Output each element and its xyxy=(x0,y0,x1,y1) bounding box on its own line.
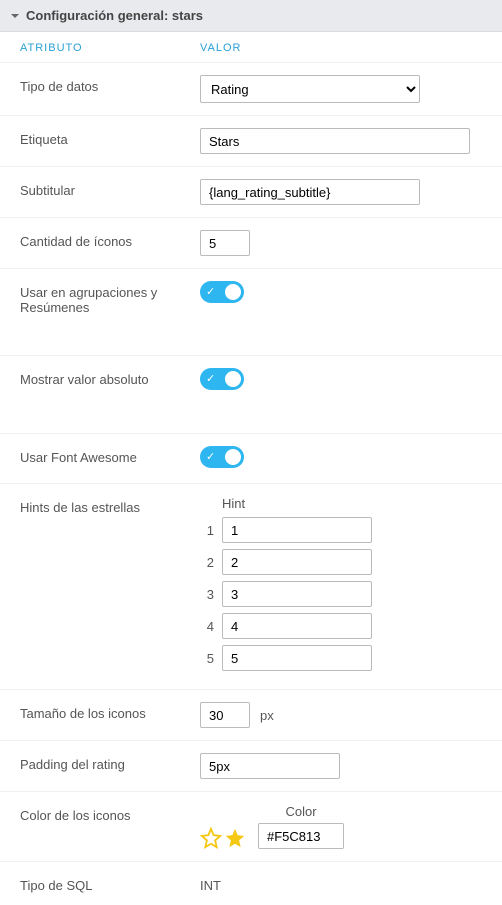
label-etiqueta: Etiqueta xyxy=(20,128,200,147)
label-data-type: Tipo de datos xyxy=(20,75,200,94)
row-etiqueta: Etiqueta xyxy=(0,115,502,166)
toggle-knob xyxy=(225,449,241,465)
value-sql-type: INT xyxy=(200,874,482,893)
select-data-type[interactable]: Rating xyxy=(200,75,420,103)
toggle-knob xyxy=(225,371,241,387)
input-hint-5[interactable] xyxy=(222,645,372,671)
label-subtitle: Subtitular xyxy=(20,179,200,198)
input-padding[interactable] xyxy=(200,753,340,779)
input-hint-4[interactable] xyxy=(222,613,372,639)
collapse-icon xyxy=(10,11,20,21)
check-icon: ✓ xyxy=(206,450,215,463)
toggle-knob xyxy=(225,284,241,300)
input-color[interactable] xyxy=(258,823,344,849)
input-subtitle[interactable] xyxy=(200,179,420,205)
label-show-abs: Mostrar valor absoluto xyxy=(20,368,200,387)
hint-index: 4 xyxy=(200,619,214,634)
color-col-label: Color xyxy=(258,804,344,819)
panel-header[interactable]: Configuración general: stars xyxy=(0,0,502,32)
label-font-awesome: Usar Font Awesome xyxy=(20,446,200,465)
hint-index: 3 xyxy=(200,587,214,602)
row-subtitle: Subtitular xyxy=(0,166,502,217)
label-hints: Hints de las estrellas xyxy=(20,496,200,515)
label-sql-type: Tipo de SQL xyxy=(20,874,200,893)
panel-title: Configuración general: stars xyxy=(26,8,203,23)
hints-header: Hint xyxy=(200,496,482,511)
label-use-group: Usar en agrupaciones y Resúmenes xyxy=(20,281,200,315)
input-hint-3[interactable] xyxy=(222,581,372,607)
toggle-use-group[interactable]: ✓ xyxy=(200,281,244,303)
hint-row: 5 xyxy=(200,645,482,671)
config-panel: Configuración general: stars ATRIBUTO VA… xyxy=(0,0,502,905)
row-icon-count: Cantidad de íconos xyxy=(0,217,502,268)
hint-index: 5 xyxy=(200,651,214,666)
unit-label: px xyxy=(260,708,274,723)
row-use-group: Usar en agrupaciones y Resúmenes ✓ xyxy=(0,268,502,355)
row-show-abs: Mostrar valor absoluto ✓ xyxy=(0,355,502,433)
col-attribute: ATRIBUTO xyxy=(20,42,200,54)
row-font-awesome: Usar Font Awesome ✓ xyxy=(0,433,502,483)
star-outline-icon xyxy=(200,827,222,849)
toggle-show-abs[interactable]: ✓ xyxy=(200,368,244,390)
label-icon-count: Cantidad de íconos xyxy=(20,230,200,249)
row-sql-type: Tipo de SQL INT xyxy=(0,861,502,905)
row-data-type: Tipo de datos Rating xyxy=(0,62,502,115)
label-color: Color de los iconos xyxy=(20,804,200,823)
hint-index: 2 xyxy=(200,555,214,570)
input-etiqueta[interactable] xyxy=(200,128,470,154)
input-hint-1[interactable] xyxy=(222,517,372,543)
toggle-font-awesome[interactable]: ✓ xyxy=(200,446,244,468)
star-preview xyxy=(200,827,246,849)
row-hints: Hints de las estrellas Hint 1 2 3 4 5 xyxy=(0,483,502,689)
label-padding: Padding del rating xyxy=(20,753,200,772)
col-value: VALOR xyxy=(200,42,241,54)
row-color: Color de los iconos Color xyxy=(0,791,502,861)
hint-row: 3 xyxy=(200,581,482,607)
hint-row: 4 xyxy=(200,613,482,639)
label-icon-size: Tamaño de los iconos xyxy=(20,702,200,721)
column-headers: ATRIBUTO VALOR xyxy=(0,32,502,62)
check-icon: ✓ xyxy=(206,285,215,298)
hint-index: 1 xyxy=(200,523,214,538)
hint-row: 1 xyxy=(200,517,482,543)
hint-row: 2 xyxy=(200,549,482,575)
input-icon-size[interactable] xyxy=(200,702,250,728)
input-icon-count[interactable] xyxy=(200,230,250,256)
star-filled-icon xyxy=(224,827,246,849)
input-hint-2[interactable] xyxy=(222,549,372,575)
check-icon: ✓ xyxy=(206,372,215,385)
row-padding: Padding del rating xyxy=(0,740,502,791)
row-icon-size: Tamaño de los iconos px xyxy=(0,689,502,740)
